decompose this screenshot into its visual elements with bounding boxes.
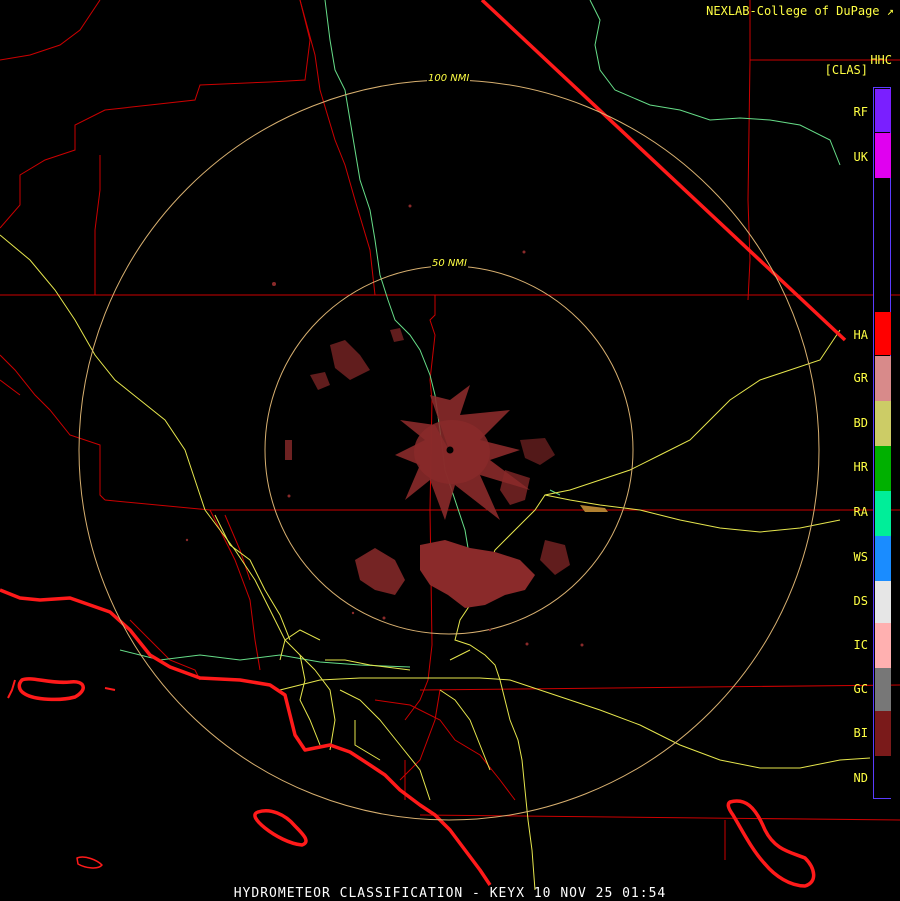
legend-label-ha: HA — [853, 328, 868, 342]
legend-color-bar — [873, 87, 891, 799]
legend-label-rf: RF — [853, 105, 868, 119]
legend-label-bi: BI — [853, 726, 868, 740]
legend-swatch-rf — [875, 89, 891, 132]
legend-swatch-ra — [875, 491, 891, 536]
legend-swatch-bd — [875, 401, 891, 446]
legend-label-nd: ND — [853, 771, 868, 785]
legend-label-ws: WS — [853, 550, 868, 564]
legend-swatch-bi — [875, 711, 891, 756]
legend-label-hr: HR — [853, 460, 868, 474]
product-caption: HYDROMETEOR CLASSIFICATION - KEYX 10 NOV… — [233, 886, 667, 901]
external-link-icon: ↗ — [886, 4, 894, 18]
legend-swatch-nd — [875, 756, 891, 798]
legend-swatch-ic — [875, 623, 891, 668]
product-code: HHC — [870, 53, 892, 67]
legend-swatch-uk — [875, 133, 891, 178]
credit-text[interactable]: NEXLAB-College of DuPage ↗ — [706, 4, 894, 18]
legend-label-gc: GC — [853, 682, 868, 696]
legend-swatch-ds — [875, 581, 891, 623]
legend-swatch-ha — [875, 312, 891, 355]
legend-swatch-gc — [875, 668, 891, 711]
legend-swatch-gr — [875, 356, 891, 401]
legend-label-ra: RA — [853, 505, 868, 519]
legend-label-ic: IC — [853, 638, 868, 652]
radar-map — [0, 0, 900, 900]
credit-label: NEXLAB-College of DuPage — [706, 4, 880, 18]
legend-swatch-hr — [875, 446, 891, 491]
legend-label-ds: DS — [853, 594, 868, 608]
range-ring-label-50: 50 NMI — [431, 258, 468, 269]
legend-title: [CLAS] — [824, 63, 868, 77]
legend-label-uk: UK — [853, 150, 868, 164]
range-ring-label-100: 100 NMI — [427, 73, 471, 84]
radar-site-marker — [446, 446, 454, 454]
legend-label-gr: GR — [853, 371, 868, 385]
legend-swatch-ws — [875, 536, 891, 581]
legend-label-bd: BD — [853, 416, 868, 430]
